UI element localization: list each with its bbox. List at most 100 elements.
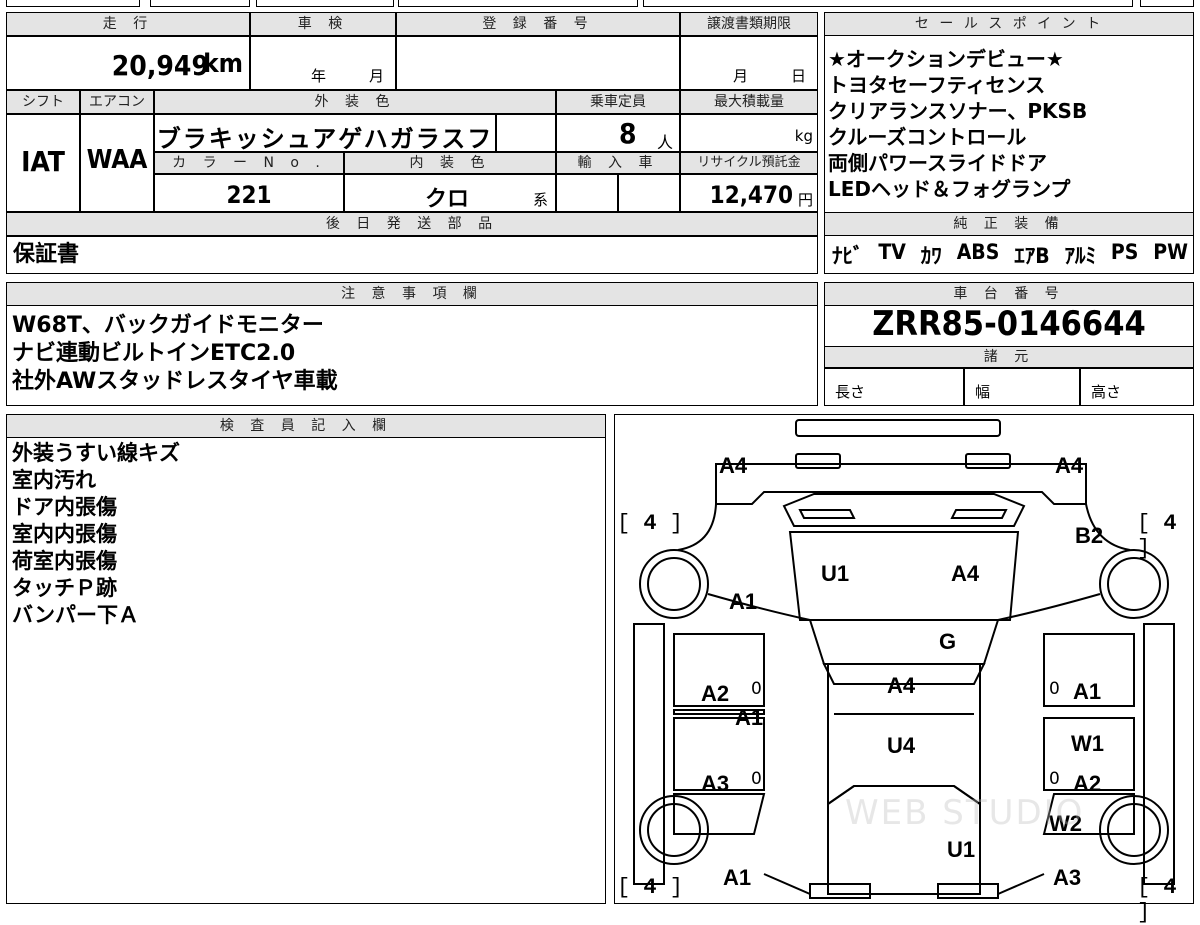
tire-tread-right-rear: [ 4 ] — [1137, 511, 1177, 561]
inspector-line: ドア内張傷 — [12, 495, 117, 519]
chassis-header: 車 台 番 号 — [824, 282, 1194, 306]
equipment-item: ｱﾙﾐ — [1064, 244, 1097, 268]
max-load-header: 最大積載量 — [680, 90, 818, 114]
shift-value: IAT — [21, 145, 65, 178]
equipment-item: ｶﾜ — [920, 244, 942, 268]
damage-label: A4 — [951, 561, 980, 586]
damage-label: G — [939, 629, 957, 654]
inspector-line: 室内汚れ — [12, 468, 96, 492]
max-load-unit: kg — [794, 127, 813, 145]
ext-color-extra-cell — [496, 114, 556, 152]
door-mark: 0 — [1049, 769, 1060, 789]
notes-lines: W68T、バックガイドモニター ナビ連動ビルトインETC2.0 社外AWスタッド… — [12, 312, 812, 396]
inspector-line: 荷室内張傷 — [12, 549, 117, 573]
color-no-value: 221 — [226, 181, 272, 209]
damage-label: U1 — [947, 837, 976, 862]
color-no-header: カ ラ ー N o . — [154, 152, 344, 174]
registration-cell — [396, 36, 680, 90]
damage-label: U1 — [821, 561, 850, 586]
spec-height-label: 高さ — [1091, 383, 1122, 401]
inspector-line: 外装うすい線キズ — [12, 441, 180, 465]
mileage-header: 走 行 — [6, 12, 250, 36]
equipment-item: PS — [1110, 240, 1139, 264]
door-mark: 0 — [751, 679, 762, 699]
damage-label: U4 — [887, 733, 916, 758]
later-parts-header: 後 日 発 送 部 品 — [6, 212, 818, 236]
capacity-header: 乗車定員 — [556, 90, 680, 114]
damage-label: A1 — [723, 865, 752, 890]
ext-color-value: ブラキッシュアゲハガラスフ — [156, 125, 494, 153]
sales-points-list: ★オークションデビュー★ トヨタセーフティセンス クリアランスソナー、PKSB … — [828, 46, 1192, 214]
notes-header: 注 意 事 項 欄 — [6, 282, 818, 306]
notes-line: 社外AWスタッドレスタイヤ車載 — [12, 369, 338, 394]
sales-point-item: LEDヘッド＆フォグランプ — [828, 177, 1071, 201]
import-cell-b — [618, 174, 680, 212]
aircon-value: WAA — [86, 145, 148, 175]
equipment-list: ﾅﾋﾞ TV ｶﾜ ABS ｴｱB ｱﾙﾐ PS PW — [832, 240, 1188, 272]
capacity-unit: 人 — [657, 133, 674, 152]
aircon-cell: WAA — [80, 114, 154, 212]
ext-color-header: 外 装 色 — [154, 90, 556, 114]
notes-line: W68T、バックガイドモニター — [12, 313, 324, 338]
transfer-cell: 月 日 — [680, 36, 818, 90]
damage-label: A1 — [1073, 679, 1102, 704]
registration-header: 登 録 番 号 — [396, 12, 680, 36]
spec-width-label: 幅 — [975, 383, 991, 401]
sales-point-item: ★オークションデビュー★ — [828, 47, 1064, 71]
import-header: 輸 入 車 — [556, 152, 680, 174]
car-diagram-box: A4 A4 B2 U1 A4 A1 G A2 A1 A1 A4 U4 W1 A3… — [614, 414, 1194, 925]
shift-cell: IAT — [6, 114, 80, 212]
recycle-unit: 円 — [797, 191, 813, 209]
int-color-header: 内 装 色 — [344, 152, 556, 174]
aircon-header: エアコン — [80, 90, 154, 114]
transfer-month: 月 — [733, 67, 749, 85]
shaken-year: 年 — [311, 67, 327, 85]
int-color-suffix: 系 — [533, 191, 549, 209]
notes-line: ナビ連動ビルトインETC2.0 — [12, 341, 296, 366]
equipment-item: ABS — [956, 240, 1000, 264]
equipment-header: 純 正 装 備 — [824, 212, 1194, 236]
tire-tread-right-front: [ 4 ] — [1137, 875, 1177, 925]
later-parts-cell: 保証書 — [6, 236, 818, 274]
recycle-cell: 12,470 円 — [680, 174, 818, 212]
top-strip — [0, 0, 1200, 8]
color-no-cell: 221 — [154, 174, 344, 212]
inspector-lines: 外装うすい線キズ 室内汚れ ドア内張傷 室内内張傷 荷室内張傷 タッチＰ跡 バン… — [12, 440, 592, 629]
recycle-header: リサイクル預託金 — [680, 152, 818, 174]
capacity-cell: 8 人 — [556, 114, 680, 152]
sales-point-item: クリアランスソナー、PKSB — [828, 99, 1088, 123]
spec-length-label: 長さ — [835, 383, 866, 401]
int-color-value: クロ — [425, 187, 470, 212]
specs-header: 諸 元 — [824, 346, 1194, 368]
capacity-value: 8 — [619, 117, 637, 150]
damage-label: A3 — [701, 771, 730, 796]
damage-label: W1 — [1071, 731, 1104, 756]
transfer-deadline-header: 譲渡書類期限 — [680, 12, 818, 36]
damage-label: A3 — [1053, 865, 1082, 890]
spec-width-cell: 幅 — [964, 368, 1080, 406]
inspector-line: タッチＰ跡 — [12, 576, 117, 600]
door-mark: 0 — [751, 769, 762, 789]
inspector-header: 検 査 員 記 入 欄 — [6, 414, 606, 438]
import-cell-a — [556, 174, 618, 212]
damage-label: B2 — [1075, 523, 1104, 548]
watermark: WEB STUDIO — [845, 793, 1085, 833]
sales-point-item: 両側パワースライドドア — [828, 151, 1047, 175]
tire-tread-left-rear: [ 4 ] — [617, 511, 684, 536]
damage-label: A4 — [719, 453, 748, 478]
ext-color-cell: ブラキッシュアゲハガラスフ — [154, 114, 496, 153]
mileage-value: 20,949 — [111, 49, 209, 82]
door-mark: 0 — [1049, 679, 1060, 699]
shaken-month: 月 — [369, 67, 385, 85]
sales-point-item: クルーズコントロール — [828, 125, 1027, 149]
spec-length-cell: 長さ — [824, 368, 964, 406]
chassis-number: ZRR85-0146644 — [872, 304, 1146, 344]
equipment-item: ﾅﾋﾞ — [832, 244, 864, 268]
mileage-cell: 20,949 km — [6, 36, 250, 90]
spec-height-cell: 高さ — [1080, 368, 1194, 406]
shaken-cell: 年 月 — [250, 36, 396, 90]
shift-header: シフト — [6, 90, 80, 114]
recycle-value: 12,470 — [709, 181, 793, 209]
damage-label: A2 — [701, 681, 730, 706]
inspector-line: 室内内張傷 — [12, 522, 117, 546]
